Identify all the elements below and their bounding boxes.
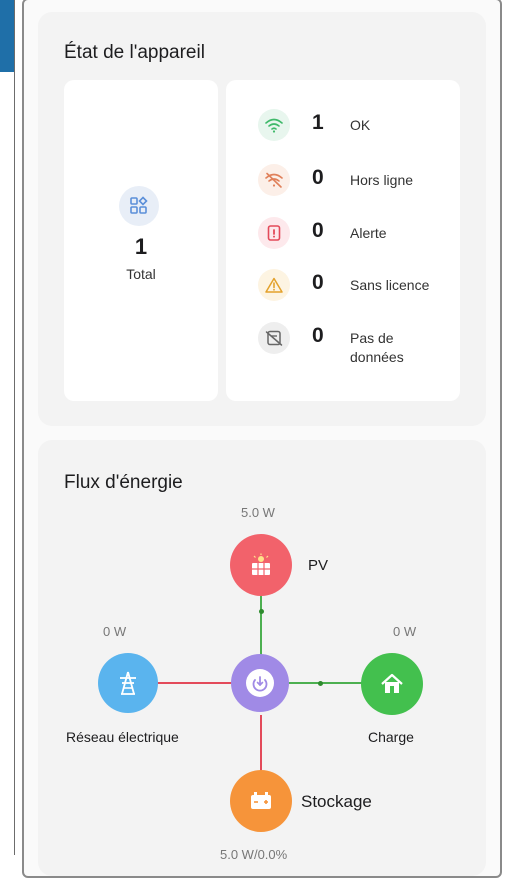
warning-icon — [258, 269, 290, 301]
status-label-no-data: Pas de données — [350, 330, 404, 365]
grid-node[interactable] — [98, 653, 158, 713]
load-value: 0 W — [393, 624, 417, 639]
alert-lock-icon — [258, 217, 290, 249]
grid-icon — [119, 186, 159, 226]
status-label-alert: Alerte — [350, 225, 387, 241]
device-status-list: 1 OK 0 Hors ligne 0 Alerte 0 Sans licenc… — [226, 80, 460, 401]
status-count-ok: 1 — [312, 111, 324, 134]
grid-label: Réseau électrique — [66, 729, 179, 745]
pv-node[interactable] — [230, 534, 292, 596]
status-row-unlicensed[interactable]: 0 Sans licence — [226, 265, 460, 305]
inverter-icon — [246, 669, 274, 697]
wifi-off-icon — [258, 164, 290, 196]
status-label-unlicensed: Sans licence — [350, 277, 430, 293]
energy-flow-title: Flux d'énergie — [64, 472, 183, 493]
pv-flow-dot — [259, 609, 264, 614]
status-count-offline: 0 — [312, 166, 324, 189]
home-icon — [381, 673, 403, 693]
status-label-ok: OK — [350, 117, 371, 133]
status-row-offline[interactable]: 0 Hors ligne — [226, 160, 460, 200]
background-divider — [14, 0, 15, 855]
status-row-alert[interactable]: 0 Alerte — [226, 213, 460, 253]
status-count-no-data: 0 — [312, 324, 324, 347]
device-total-label: Total — [126, 266, 156, 282]
device-total-box[interactable]: 1 Total — [64, 80, 218, 401]
load-flow-dot — [318, 681, 323, 686]
inverter-hub-node[interactable] — [231, 654, 289, 712]
storage-label: Stockage — [301, 792, 372, 811]
battery-icon — [251, 792, 271, 809]
pv-label: PV — [308, 557, 329, 574]
power-tower-icon — [120, 671, 136, 695]
status-label-offline: Hors ligne — [350, 172, 414, 188]
wifi-icon — [258, 109, 290, 141]
device-status-title: État de l'appareil — [64, 42, 205, 63]
status-row-ok[interactable]: 1 OK — [226, 105, 460, 145]
status-count-alert: 0 — [312, 219, 324, 242]
load-node[interactable] — [361, 653, 423, 715]
grid-value: 0 W — [103, 624, 127, 639]
no-data-icon — [258, 322, 290, 354]
device-status-card: État de l'appareil 1 Total 1 OK 0 Hors l… — [38, 12, 486, 426]
storage-flow-line — [260, 715, 262, 775]
load-flow-line — [280, 682, 366, 684]
solar-panel-icon — [252, 553, 270, 575]
status-row-no-data[interactable]: 0 Pas de données — [226, 318, 460, 370]
background-panel-edge — [0, 0, 14, 72]
status-count-unlicensed: 0 — [312, 271, 324, 294]
load-label: Charge — [368, 729, 414, 745]
device-total-value: 1 — [134, 234, 148, 259]
storage-value: 5.0 W/0.0% — [220, 847, 288, 862]
energy-flow-card: Flux d'énergie 5.0 W PV 0 W Réseau élect… — [38, 440, 486, 876]
pv-value: 5.0 W — [241, 505, 275, 520]
storage-node[interactable] — [230, 770, 292, 832]
